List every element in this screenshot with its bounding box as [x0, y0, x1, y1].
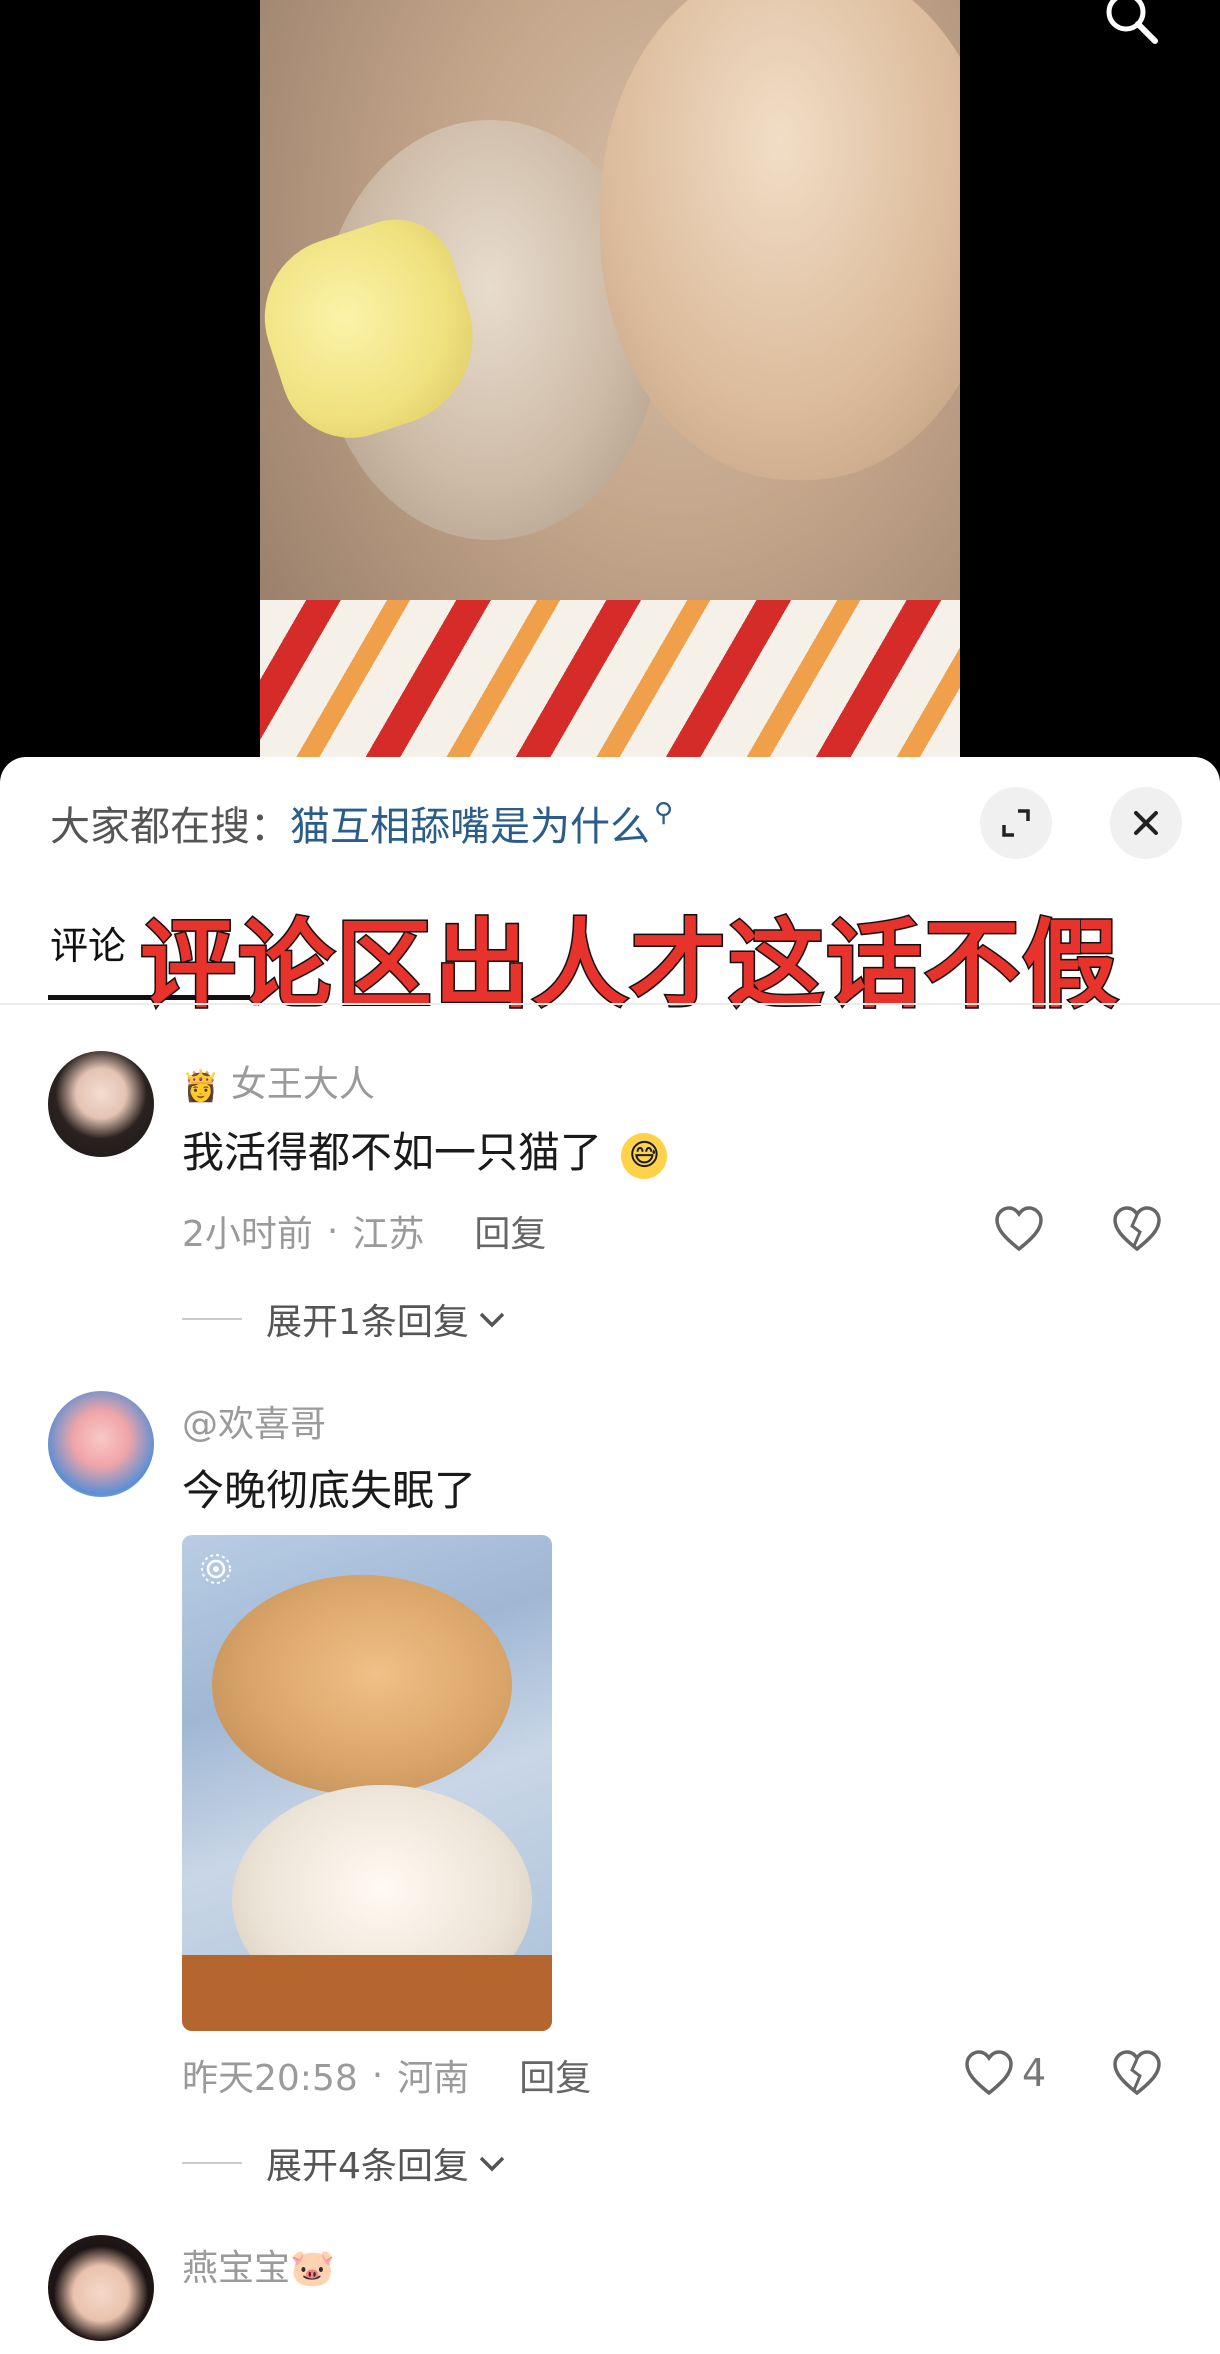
comment-location: 江苏 — [352, 1214, 425, 1255]
dislike-button[interactable] — [1112, 2045, 1162, 2101]
trending-search[interactable]: 大家都在搜： 猫互相舔嘴是为什么 ⚲ — [50, 793, 673, 853]
chevron-down-icon — [479, 2156, 505, 2172]
like-button[interactable]: 4 — [964, 2045, 1046, 2101]
tab-comments[interactable]: 评论 — [50, 915, 126, 970]
live-photo-icon — [201, 1554, 231, 1584]
video-frame — [260, 0, 960, 770]
puppy-image — [212, 1575, 512, 1795]
comment-sheet: 大家都在搜： 猫互相舔嘴是为什么 ⚲ 评论 评论区出人才这话不假 👸 女王大人 … — [0, 757, 1220, 2354]
avatar[interactable] — [48, 1391, 154, 1497]
comment-time: 2小时前 — [182, 1214, 313, 1255]
close-icon — [1134, 811, 1158, 835]
expand-line — [182, 2162, 242, 2164]
rug-image — [260, 600, 960, 770]
comment-text: 我活得都不如一只猫了 😅 — [182, 1119, 668, 1180]
heart-icon — [965, 2050, 1013, 2096]
comment-text: 今晚彻底失眠了 — [182, 1466, 477, 1515]
like-button[interactable] — [994, 1201, 1044, 1257]
heart-icon — [995, 1206, 1043, 1252]
divider — [0, 1003, 1220, 1005]
expand-replies-label: 展开4条回复 — [266, 2146, 469, 2187]
sweat-smile-emoji-icon: 😅 — [621, 1132, 668, 1179]
reply-button[interactable]: 回复 — [474, 1205, 546, 1257]
expand-replies[interactable]: 展开4条回复 — [182, 2137, 509, 2189]
comment-meta: 昨天20:58 · 河南 回复 — [182, 2049, 591, 2101]
avatar[interactable] — [48, 1051, 154, 1157]
comment-username[interactable]: @欢喜哥 — [182, 1395, 326, 1447]
expand-icon — [1002, 809, 1030, 837]
video-player[interactable] — [0, 0, 1220, 770]
comment-image[interactable] — [182, 1535, 552, 2031]
expand-button[interactable] — [980, 787, 1052, 859]
overlay-caption: 评论区出人才这话不假 — [139, 908, 1120, 1023]
avatar[interactable] — [48, 2235, 154, 2341]
like-count: 4 — [1022, 2051, 1047, 2095]
comment-location: 河南 — [397, 2058, 470, 2099]
cat-right-image — [600, 0, 960, 480]
comment-meta: 2小时前 · 江苏 回复 — [182, 1205, 546, 1257]
reply-button[interactable]: 回复 — [519, 2049, 591, 2101]
search-small-icon: ⚲ — [654, 798, 674, 828]
expand-replies[interactable]: 展开1条回复 — [182, 1293, 509, 1345]
board-image — [182, 1955, 552, 2031]
crown-icon: 👸 — [182, 1069, 220, 1104]
expand-replies-label: 展开1条回复 — [266, 1302, 469, 1343]
dislike-button[interactable] — [1112, 1201, 1162, 1257]
expand-line — [182, 1318, 242, 1320]
close-button[interactable] — [1110, 787, 1182, 859]
comment-username[interactable]: 燕宝宝🐷 — [182, 2239, 335, 2291]
comment-username[interactable]: 👸 女王大人 — [182, 1055, 375, 1107]
comment-body: 我活得都不如一只猫了 — [182, 1128, 603, 1177]
username-text: 女王大人 — [230, 1064, 375, 1105]
search-icon[interactable] — [1100, 0, 1162, 48]
trending-query-link[interactable]: 猫互相舔嘴是为什么 — [290, 794, 650, 852]
broken-heart-icon — [1113, 2050, 1161, 2096]
broken-heart-icon — [1113, 1206, 1161, 1252]
trending-prefix: 大家都在搜： — [50, 804, 290, 850]
chevron-down-icon — [479, 1312, 505, 1328]
comment-time: 昨天20:58 — [182, 2058, 358, 2099]
